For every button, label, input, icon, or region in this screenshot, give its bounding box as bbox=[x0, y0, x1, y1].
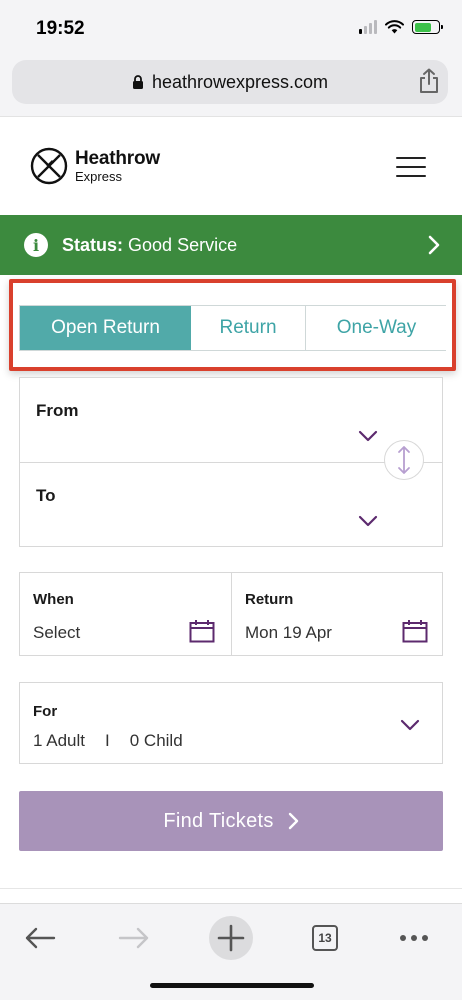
logo-subtitle: Express bbox=[75, 169, 122, 184]
site-header: Heathrow Express bbox=[0, 116, 462, 216]
info-icon: i bbox=[24, 233, 48, 257]
from-field[interactable]: From bbox=[20, 378, 442, 463]
more-button[interactable] bbox=[392, 916, 436, 960]
to-label: To bbox=[36, 486, 56, 505]
forward-button[interactable] bbox=[112, 916, 156, 960]
back-button[interactable] bbox=[18, 916, 62, 960]
status-label: Status: bbox=[62, 235, 124, 255]
new-tab-button[interactable] bbox=[209, 916, 253, 960]
lock-icon bbox=[132, 74, 143, 89]
logo-wordmark: Heathrow bbox=[75, 148, 160, 169]
brand-logo[interactable]: Heathrow Express bbox=[30, 147, 160, 185]
when-label: When bbox=[33, 591, 74, 608]
to-field[interactable]: To bbox=[20, 463, 442, 548]
chevron-down-icon bbox=[358, 430, 378, 442]
url-text: heathrowexpress.com bbox=[151, 71, 329, 92]
find-tickets-button[interactable]: Find Tickets bbox=[19, 791, 443, 851]
chevron-down-icon bbox=[400, 719, 420, 731]
journey-type-highlight: Open Return Return One-Way bbox=[9, 279, 456, 371]
status-text: Status: Good Service bbox=[62, 235, 237, 256]
device-status-bar: 19:52 bbox=[0, 0, 462, 58]
chevron-right-icon bbox=[288, 812, 298, 830]
return-value: Mon 19 Apr bbox=[245, 623, 332, 642]
passenger-summary: 1 Adult I 0 Child bbox=[33, 731, 183, 751]
wifi-icon bbox=[385, 20, 404, 34]
home-indicator bbox=[150, 983, 314, 988]
return-label: Return bbox=[245, 591, 294, 608]
forward-icon bbox=[118, 927, 149, 949]
journey-type-tabs: Open Return Return One-Way bbox=[19, 305, 447, 351]
back-icon bbox=[25, 927, 56, 949]
tab-one-way[interactable]: One-Way bbox=[306, 306, 447, 350]
find-tickets-label: Find Tickets bbox=[163, 809, 274, 832]
passenger-separator: I bbox=[105, 731, 110, 750]
chevron-down-icon bbox=[358, 515, 378, 527]
calendar-icon bbox=[189, 620, 215, 643]
when-field[interactable]: When Select bbox=[20, 573, 232, 655]
chevron-right-icon bbox=[428, 235, 440, 255]
status-icons bbox=[359, 20, 443, 34]
for-label: For bbox=[33, 703, 58, 720]
child-count: 0 Child bbox=[129, 731, 183, 750]
address-bar[interactable]: heathrowexpress.com bbox=[12, 60, 448, 104]
browser-address-area: heathrowexpress.com bbox=[0, 58, 462, 116]
adult-count: 1 Adult bbox=[33, 731, 85, 750]
swap-stations-button[interactable] bbox=[384, 440, 424, 480]
return-date-field[interactable]: Return Mon 19 Apr bbox=[232, 573, 444, 655]
more-icon bbox=[400, 935, 428, 941]
station-selector: From To bbox=[19, 377, 443, 547]
swap-icon bbox=[398, 446, 410, 474]
passenger-selector[interactable]: For 1 Adult I 0 Child bbox=[19, 682, 443, 764]
tab-return[interactable]: Return bbox=[191, 306, 306, 350]
tabs-button[interactable]: 13 bbox=[303, 916, 347, 960]
battery-icon bbox=[412, 20, 443, 34]
menu-icon[interactable] bbox=[396, 157, 426, 177]
divider bbox=[0, 888, 462, 889]
signal-icon bbox=[359, 20, 377, 34]
service-status-banner[interactable]: i Status: Good Service bbox=[0, 215, 462, 275]
date-selector: When Select Return Mon 19 Apr bbox=[19, 572, 443, 656]
tabs-icon: 13 bbox=[312, 925, 338, 951]
logo-icon bbox=[30, 147, 68, 185]
plus-icon bbox=[217, 924, 245, 952]
share-icon[interactable] bbox=[418, 68, 440, 94]
clock: 19:52 bbox=[36, 18, 85, 39]
from-label: From bbox=[36, 401, 79, 420]
tab-open-return[interactable]: Open Return bbox=[20, 306, 191, 350]
when-value: Select bbox=[33, 623, 81, 642]
status-value: Good Service bbox=[128, 235, 238, 255]
calendar-icon bbox=[402, 620, 428, 643]
